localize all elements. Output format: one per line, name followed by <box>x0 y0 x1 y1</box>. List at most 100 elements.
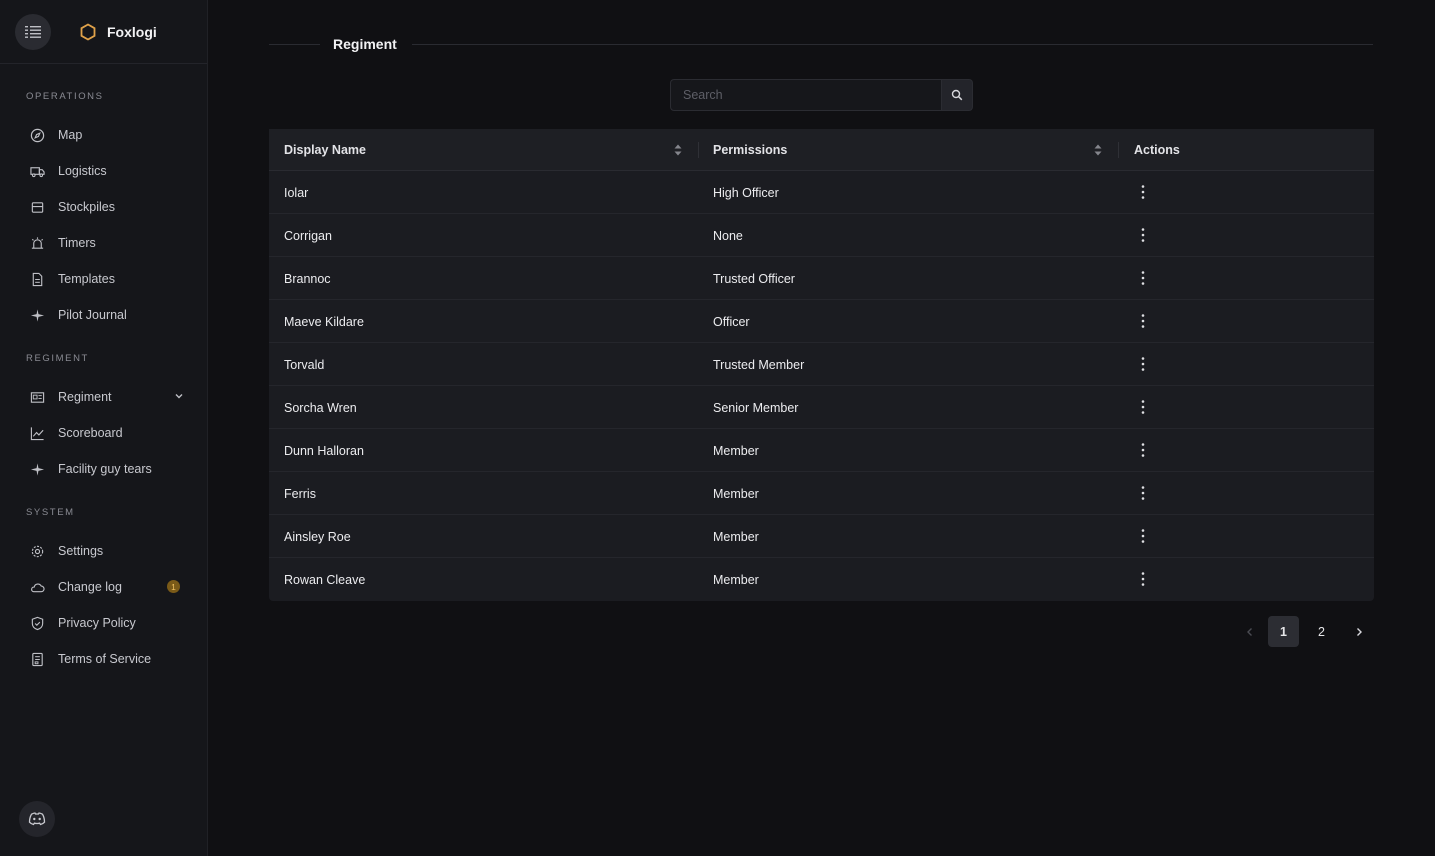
sort-icon[interactable] <box>673 143 683 157</box>
members-table: Display Name Permissions Actions Iolar Hi… <box>269 129 1374 601</box>
sidebar-item-terms-of-service[interactable]: Terms of Service <box>28 647 188 671</box>
column-header-display-name[interactable]: Display Name <box>284 143 366 157</box>
table-header: Display Name Permissions Actions <box>269 129 1374 171</box>
row-actions-button[interactable] <box>1135 226 1151 244</box>
section-label-regiment: REGIMENT <box>26 353 89 364</box>
row-actions-button[interactable] <box>1135 484 1151 502</box>
chevron-down-icon[interactable] <box>174 391 184 401</box>
sidebar-item-logistics[interactable]: Logistics <box>28 159 188 183</box>
column-header-permissions[interactable]: Permissions <box>713 143 787 157</box>
document-icon <box>28 650 46 668</box>
page-button-2[interactable]: 2 <box>1306 616 1337 647</box>
sidebar-item-label: Facility guy tears <box>58 462 152 476</box>
notification-badge: 1 <box>167 580 180 593</box>
box-icon <box>28 198 46 216</box>
id-card-icon <box>28 388 46 406</box>
sidebar-item-map[interactable]: Map <box>28 123 188 147</box>
file-icon <box>28 270 46 288</box>
sidebar-item-templates[interactable]: Templates <box>28 267 188 291</box>
sidebar-item-label: Pilot Journal <box>58 308 127 322</box>
sidebar-item-label: Settings <box>58 544 104 558</box>
plane-icon <box>28 306 46 324</box>
hexagon-logo-icon <box>80 22 96 41</box>
pagination: 1 2 <box>1234 616 1374 647</box>
row-actions-button[interactable] <box>1135 269 1151 287</box>
gear-icon <box>28 542 46 560</box>
sidebar-item-privacy-policy[interactable]: Privacy Policy <box>28 611 188 635</box>
permission-cell: Officer <box>713 315 750 329</box>
display-name-cell: Maeve Kildare <box>284 315 364 329</box>
table-row: Maeve Kildare Officer <box>269 300 1374 343</box>
table-row: Torvald Trusted Member <box>269 343 1374 386</box>
sidebar-header: Foxlogi <box>0 0 207 64</box>
permission-cell: Senior Member <box>713 401 799 415</box>
sidebar-item-pilot-journal[interactable]: Pilot Journal <box>28 303 188 327</box>
row-actions-button[interactable] <box>1135 441 1151 459</box>
discord-button[interactable] <box>19 801 55 837</box>
row-actions-button[interactable] <box>1135 398 1151 416</box>
table-row: Iolar High Officer <box>269 171 1374 214</box>
search-icon <box>951 89 963 101</box>
page-button-1[interactable]: 1 <box>1268 616 1299 647</box>
kebab-menu-icon <box>1141 314 1145 328</box>
sidebar-item-label: Stockpiles <box>58 200 115 214</box>
sidebar-item-label: Timers <box>58 236 96 250</box>
shield-icon <box>28 614 46 632</box>
sidebar-item-change-log[interactable]: Change log 1 <box>28 575 188 599</box>
sidebar-item-label: Regiment <box>58 390 112 404</box>
next-page-button[interactable] <box>1343 616 1374 647</box>
row-actions-button[interactable] <box>1135 355 1151 373</box>
page-title: Regiment <box>333 36 397 52</box>
kebab-menu-icon <box>1141 529 1145 543</box>
row-actions-button[interactable] <box>1135 312 1151 330</box>
previous-page-button[interactable] <box>1234 616 1265 647</box>
brand[interactable]: Foxlogi <box>79 22 157 41</box>
sidebar-item-scoreboard[interactable]: Scoreboard <box>28 421 188 445</box>
table-row: Dunn Halloran Member <box>269 429 1374 472</box>
divider <box>412 44 1373 45</box>
permission-cell: Member <box>713 487 759 501</box>
sidebar-item-label: Logistics <box>58 164 107 178</box>
row-actions-button[interactable] <box>1135 183 1151 201</box>
section-label-operations: OPERATIONS <box>26 91 104 102</box>
display-name-cell: Iolar <box>284 186 309 200</box>
truck-icon <box>28 162 46 180</box>
section-label-system: SYSTEM <box>26 507 75 518</box>
sidebar-item-facility-guy-tears[interactable]: Facility guy tears <box>28 457 188 481</box>
cloud-icon <box>28 578 46 596</box>
permission-cell: High Officer <box>713 186 779 200</box>
sidebar-item-timers[interactable]: Timers <box>28 231 188 255</box>
permission-cell: Trusted Member <box>713 358 805 372</box>
alarm-icon <box>28 234 46 252</box>
row-actions-button[interactable] <box>1135 527 1151 545</box>
table-row: Ainsley Roe Member <box>269 515 1374 558</box>
chart-line-icon <box>28 424 46 442</box>
search-input[interactable] <box>670 79 942 111</box>
plane-icon <box>28 460 46 478</box>
display-name-cell: Rowan Cleave <box>284 573 366 587</box>
table-row: Rowan Cleave Member <box>269 558 1374 601</box>
column-header-actions: Actions <box>1134 143 1180 157</box>
divider <box>269 44 320 45</box>
display-name-cell: Sorcha Wren <box>284 401 357 415</box>
display-name-cell: Corrigan <box>284 229 332 243</box>
permission-cell: Member <box>713 444 759 458</box>
table-row: Brannoc Trusted Officer <box>269 257 1374 300</box>
kebab-menu-icon <box>1141 486 1145 500</box>
sidebar-item-stockpiles[interactable]: Stockpiles <box>28 195 188 219</box>
sort-icon[interactable] <box>1093 143 1103 157</box>
sidebar-item-settings[interactable]: Settings <box>28 539 188 563</box>
display-name-cell: Brannoc <box>284 272 331 286</box>
kebab-menu-icon <box>1141 228 1145 242</box>
menu-toggle-button[interactable] <box>15 13 51 50</box>
search-button[interactable] <box>942 79 973 111</box>
row-actions-button[interactable] <box>1135 570 1151 588</box>
display-name-cell: Ferris <box>284 487 316 501</box>
sidebar-item-regiment[interactable]: Regiment <box>28 385 188 409</box>
table-row: Corrigan None <box>269 214 1374 257</box>
compass-icon <box>28 126 46 144</box>
display-name-cell: Ainsley Roe <box>284 530 351 544</box>
kebab-menu-icon <box>1141 185 1145 199</box>
sidebar-item-label: Terms of Service <box>58 652 152 666</box>
sidebar-item-label: Change log <box>58 580 122 594</box>
